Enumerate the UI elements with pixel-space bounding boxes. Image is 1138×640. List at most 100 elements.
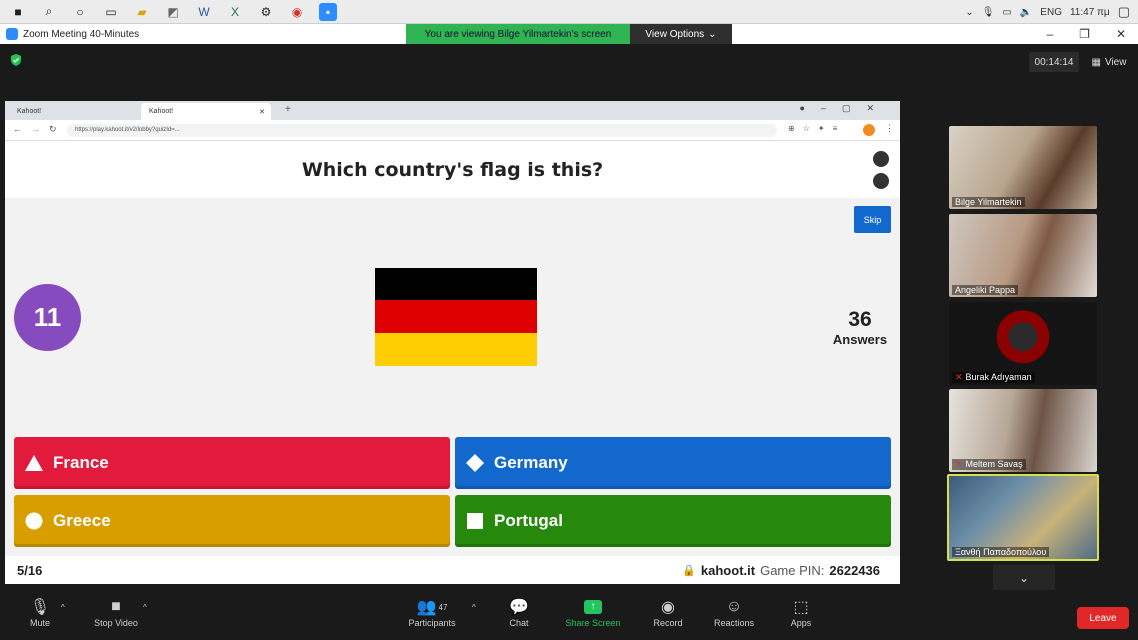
- file-explorer-icon[interactable]: ▰: [133, 3, 151, 21]
- flag-stripe-black: [375, 268, 537, 301]
- answer-label: France: [53, 453, 109, 472]
- close-tab-icon[interactable]: ✕: [259, 108, 265, 116]
- view-options-label: View Options: [645, 28, 705, 40]
- participant-name: Meltem Savaş: [965, 459, 1023, 469]
- search-icon[interactable]: ⌕: [40, 3, 58, 21]
- leave-button[interactable]: Leave: [1077, 607, 1129, 629]
- answer-germany[interactable]: Germany: [455, 437, 891, 489]
- skip-button[interactable]: Skip: [854, 206, 891, 233]
- forward-icon[interactable]: →: [31, 124, 40, 134]
- apps-button[interactable]: ⬚ Apps: [786, 596, 816, 628]
- audio-options-caret[interactable]: ^: [61, 603, 65, 612]
- share-screen-button[interactable]: ↑ Share Screen: [562, 596, 624, 628]
- profile-avatar[interactable]: [863, 124, 875, 136]
- participant-video[interactable]: ✕ Meltem Savaş: [949, 389, 1097, 472]
- participant-video-active-speaker[interactable]: Ξανθή Παπαδοπούλου: [947, 474, 1099, 561]
- system-tray: ⌄ 🎙 ▭ 🔈 ENG 11:47 πμ ▢: [965, 0, 1130, 24]
- flag-stripe-red: [375, 300, 537, 333]
- fullscreen-icon[interactable]: [873, 151, 889, 167]
- address-bar[interactable]: https://play.kahoot.it/v2/lobby?quizId=.…: [67, 124, 777, 137]
- back-icon[interactable]: ←: [13, 124, 22, 134]
- chat-icon: 💬: [509, 599, 529, 616]
- browser-tab[interactable]: Kahoot!: [9, 103, 137, 120]
- tab-title: Kahoot!: [17, 108, 42, 115]
- participants-options-caret[interactable]: ^: [472, 603, 476, 612]
- menu-icon[interactable]: ⋮: [885, 123, 894, 134]
- question-header: Which country's flag is this?: [5, 141, 900, 198]
- reactions-button[interactable]: ☺ Reactions: [711, 596, 757, 628]
- participant-video[interactable]: Bilge Yilmartekin: [949, 126, 1097, 209]
- view-options-button[interactable]: View Options ⌄: [630, 24, 732, 44]
- kahoot-footer: 5/16 🔒 kahoot.it Game PIN: 2622436: [5, 556, 900, 584]
- window-controls: ●–▢✕: [799, 103, 890, 113]
- answer-portugal[interactable]: Portugal: [455, 495, 891, 547]
- notification-icon[interactable]: ▢: [1118, 4, 1130, 20]
- stop-video-button[interactable]: ■ Stop Video: [88, 596, 144, 628]
- reload-icon[interactable]: ↻: [49, 124, 57, 135]
- participant-video[interactable]: Angeliki Pappa: [949, 214, 1097, 297]
- mute-label: Mute: [29, 618, 50, 628]
- reactions-label: Reactions: [713, 618, 755, 628]
- video-camera-icon: ■: [111, 598, 121, 615]
- square-icon: [465, 511, 485, 531]
- minimize-icon[interactable]: –: [1046, 27, 1053, 41]
- expand-participants-button[interactable]: ⌄: [993, 565, 1055, 591]
- apps-label: Apps: [790, 618, 812, 628]
- browser-toolbar: ← → ↻ https://play.kahoot.it/v2/lobby?qu…: [5, 120, 900, 141]
- answers-number: 36: [848, 308, 872, 331]
- game-pin-label: Game PIN:: [760, 562, 825, 578]
- extensions-icons[interactable]: ⊕☆✦≡: [788, 124, 845, 133]
- zoom-taskbar-icon[interactable]: ▪: [319, 2, 337, 21]
- new-tab-icon[interactable]: +: [285, 104, 291, 115]
- cortana-icon[interactable]: ○: [71, 3, 89, 21]
- security-shield-icon[interactable]: [10, 54, 22, 66]
- participants-button[interactable]: 👥 47 Participants: [404, 596, 460, 628]
- diamond-icon: [465, 453, 485, 473]
- restore-icon[interactable]: ❐: [1079, 27, 1090, 41]
- chrome-icon[interactable]: ◉: [288, 3, 306, 21]
- app-icon[interactable]: ◩: [164, 3, 182, 21]
- volume-icon[interactable]: 🔈: [1020, 7, 1032, 18]
- view-button[interactable]: ▦ View: [1086, 52, 1132, 72]
- answers-label: Answers: [832, 332, 888, 347]
- answer-greece[interactable]: Greece: [14, 495, 450, 547]
- word-icon[interactable]: W: [195, 3, 213, 21]
- sound-icon[interactable]: [873, 173, 889, 189]
- close-icon[interactable]: ✕: [1116, 27, 1126, 41]
- triangle-icon: [24, 453, 44, 473]
- participant-name: Bilge Yilmartekin: [952, 197, 1025, 207]
- chevron-down-icon: ⌄: [1018, 571, 1030, 585]
- battery-icon[interactable]: ▭: [1002, 7, 1011, 18]
- settings-icon[interactable]: ⚙: [257, 3, 275, 21]
- participant-name: Burak Adıyaman: [965, 372, 1032, 382]
- countdown-timer: 11: [14, 284, 81, 351]
- participant-name: Angeliki Pappa: [952, 285, 1019, 295]
- grid-icon: ▦: [1091, 56, 1101, 68]
- apps-icon: ⬚: [793, 599, 809, 616]
- game-pin: 2622436: [829, 562, 880, 578]
- chevron-down-icon: ⌄: [708, 28, 717, 40]
- mute-button[interactable]: 🎙 Mute: [24, 596, 56, 628]
- task-view-icon[interactable]: ▭: [102, 3, 120, 21]
- browser-tab-active[interactable]: Kahoot! ✕: [141, 103, 271, 120]
- language-indicator[interactable]: ENG: [1040, 7, 1062, 18]
- video-options-caret[interactable]: ^: [143, 603, 147, 612]
- microphone-icon: 🎙: [29, 599, 51, 616]
- participant-video[interactable]: ✕ Burak Adıyaman: [949, 302, 1097, 385]
- chevron-up-icon[interactable]: ⌄: [965, 7, 973, 18]
- start-icon[interactable]: ■: [9, 3, 27, 21]
- answers-counter: 36 Answers: [820, 308, 900, 347]
- clock[interactable]: 11:47 πμ: [1070, 7, 1110, 18]
- microphone-icon[interactable]: 🎙: [982, 7, 995, 18]
- share-banner: You are viewing Bilge Yilmartekin's scre…: [406, 24, 630, 44]
- windows-taskbar: ■ ⌕ ○ ▭ ▰ ◩ W X ⚙ ◉ ▪ ⌄ 🎙 ▭ 🔈 ENG 11:47 …: [0, 0, 1138, 24]
- excel-icon[interactable]: X: [226, 3, 244, 21]
- stop-video-label: Stop Video: [94, 618, 138, 628]
- answer-label: Greece: [53, 511, 111, 530]
- reactions-icon: ☺: [725, 598, 743, 615]
- record-label: Record: [653, 618, 683, 628]
- record-button[interactable]: ◉ Record: [650, 596, 686, 628]
- answer-france[interactable]: France: [14, 437, 450, 489]
- chat-button[interactable]: 💬 Chat: [503, 596, 535, 628]
- germany-flag-image: [375, 268, 537, 366]
